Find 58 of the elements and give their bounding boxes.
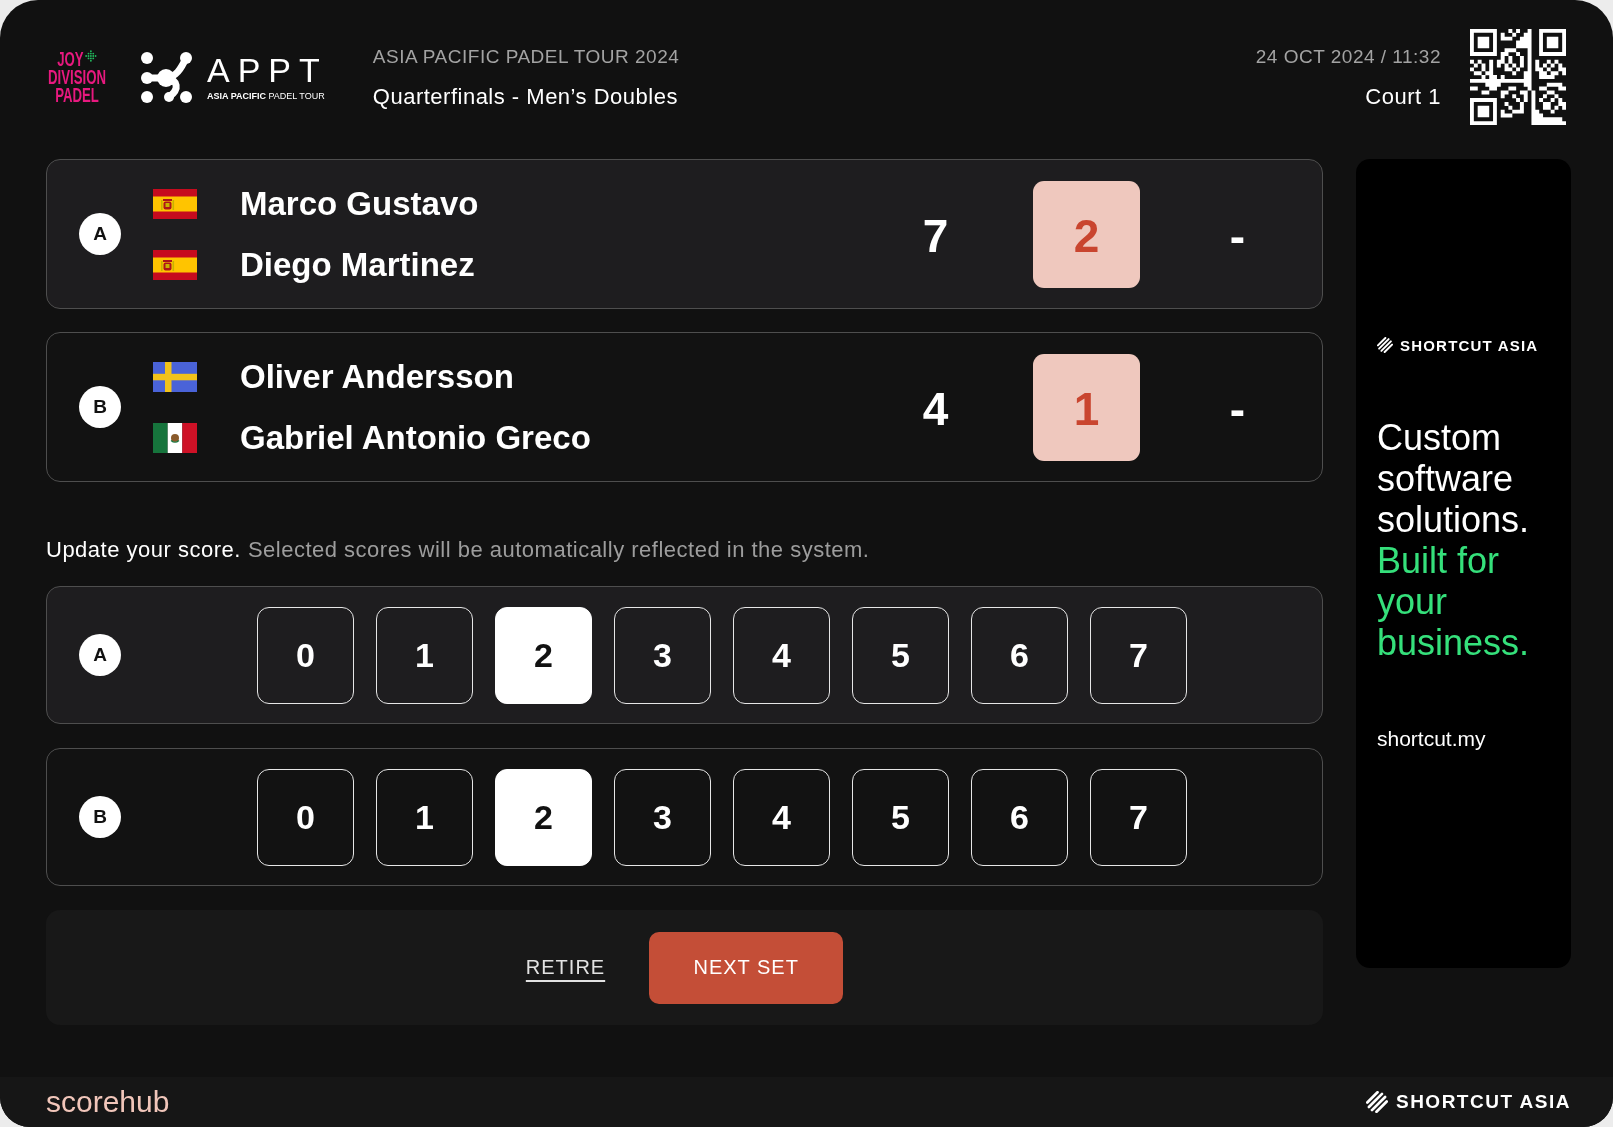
score-option[interactable]: 5 (852, 606, 949, 704)
score-option[interactable]: 1 (376, 606, 473, 704)
score-option[interactable]: 7 (1090, 768, 1187, 866)
mexico-flag-icon (153, 422, 197, 453)
app-name: scorehub (46, 1084, 170, 1120)
score-option[interactable]: 0 (257, 606, 354, 704)
spain-flag-icon (153, 188, 197, 219)
score-option[interactable]: 4 (733, 768, 830, 866)
logo-caption: ASIA PACIFIC PADEL TOUR (207, 90, 326, 102)
team-badge: B (79, 386, 121, 428)
connected-dots-logo-icon (140, 50, 193, 104)
set-score: 7 (922, 210, 949, 262)
score-option[interactable]: 4 (733, 606, 830, 704)
score-option[interactable]: 6 (971, 768, 1068, 866)
match-datetime: 24 OCT 2024 / 11:32 (1255, 45, 1441, 69)
ad-tagline: Built for your business. (1377, 540, 1531, 663)
set-score: - (1229, 383, 1246, 435)
score-option[interactable]: 6 (971, 606, 1068, 704)
set-score: - (1229, 210, 1246, 262)
dotted-ball-icon (84, 50, 97, 62)
set-score: 4 (922, 383, 949, 435)
score-option[interactable]: 7 (1090, 606, 1187, 704)
score-option[interactable]: 5 (852, 768, 949, 866)
qr-code-icon (1470, 29, 1566, 125)
tour-title: ASIA PACIFIC PADEL TOUR 2024 (372, 45, 680, 69)
score-option[interactable]: 2 (495, 606, 592, 704)
striped-circle-logo-icon (1365, 1091, 1388, 1113)
spain-flag-icon (153, 249, 197, 280)
team-badge: A (79, 634, 121, 676)
current-set-score: 2 (1033, 180, 1140, 288)
score-option[interactable]: 3 (614, 606, 711, 704)
footer-brand-name: SHORTCUT ASIA (1395, 1091, 1571, 1113)
sweden-flag-icon (153, 361, 197, 392)
team-badge: B (79, 796, 121, 838)
score-option[interactable]: 1 (376, 768, 473, 866)
logo-text: PADEL (55, 86, 99, 104)
match-title: Quarterfinals - Men’s Doubles (372, 83, 678, 111)
player-name: Oliver Andersson (240, 356, 514, 397)
ad-url: shortcut.my (1377, 727, 1486, 751)
score-option[interactable]: 3 (614, 768, 711, 866)
score-option[interactable]: 2 (495, 768, 592, 866)
logo-text: JOY (57, 50, 84, 68)
current-set-score: 1 (1033, 353, 1140, 461)
player-name: Marco Gustavo (240, 183, 479, 224)
logo-text: DIVISION (48, 68, 106, 86)
court-label: Court 1 (1365, 83, 1441, 111)
logo-wordmark: APPT (207, 52, 328, 87)
striped-circle-logo-icon (1377, 337, 1393, 353)
next-set-button[interactable]: NEXT SET (649, 931, 844, 1004)
player-name: Gabriel Antonio Greco (240, 417, 591, 458)
instruction-label: Update your score. (46, 536, 241, 564)
instruction-hint: Selected scores will be automatically reflected in the system. (247, 536, 870, 564)
ad-headline: Custom software solutions. (1377, 417, 1531, 540)
score-option[interactable]: 0 (257, 768, 354, 866)
ad-brand-name: SHORTCUT ASIA (1400, 336, 1539, 354)
retire-link[interactable]: RETIRE (525, 956, 606, 979)
team-badge: A (79, 213, 121, 255)
player-name: Diego Martinez (240, 244, 475, 285)
